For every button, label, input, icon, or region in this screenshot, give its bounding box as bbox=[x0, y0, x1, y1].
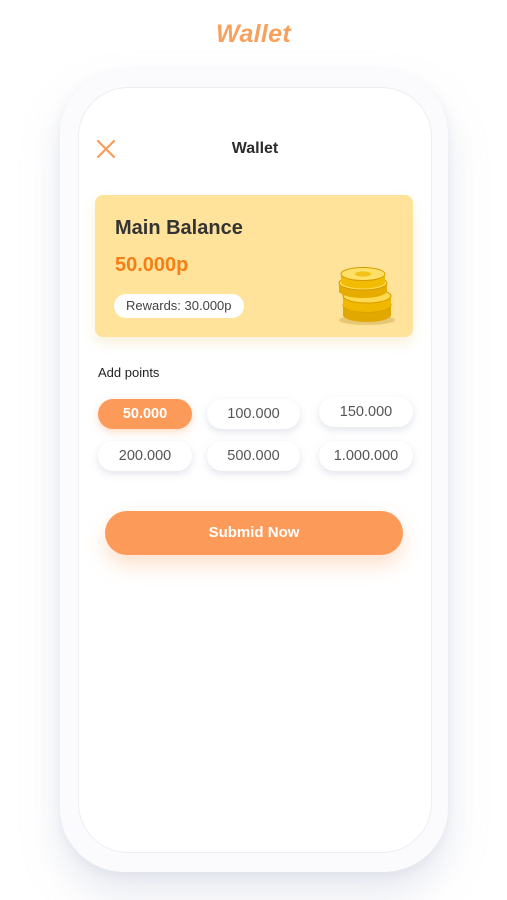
points-option-1000000[interactable]: 1.000.000 bbox=[319, 441, 413, 471]
nav-bar: Wallet bbox=[78, 131, 432, 167]
phone-screen: Wallet Main Balance 50.000p Rewards: 30.… bbox=[78, 87, 432, 853]
page-title: Wallet bbox=[231, 140, 279, 157]
balance-value: 50.000p bbox=[115, 254, 189, 276]
points-option-150000[interactable]: 150.000 bbox=[319, 397, 413, 427]
add-points-label: Add points bbox=[98, 365, 160, 380]
coins-stack-icon bbox=[338, 267, 395, 325]
points-option-200000[interactable]: 200.000 bbox=[98, 441, 192, 471]
rewards-badge: Rewards: 30.000p bbox=[114, 294, 244, 318]
submit-button[interactable]: Submid Now bbox=[105, 511, 403, 555]
points-option-500000[interactable]: 500.000 bbox=[207, 441, 300, 471]
points-option-50000[interactable]: 50.000 bbox=[98, 399, 192, 429]
balance-label: Main Balance bbox=[115, 217, 243, 239]
balance-card: Main Balance 50.000p Rewards: 30.000p bbox=[95, 195, 413, 337]
app-stage: Wallet Wallet Main Balance 50.000p Rewar… bbox=[0, 0, 507, 900]
promo-title: Wallet bbox=[216, 20, 291, 48]
points-option-100000[interactable]: 100.000 bbox=[207, 399, 300, 429]
